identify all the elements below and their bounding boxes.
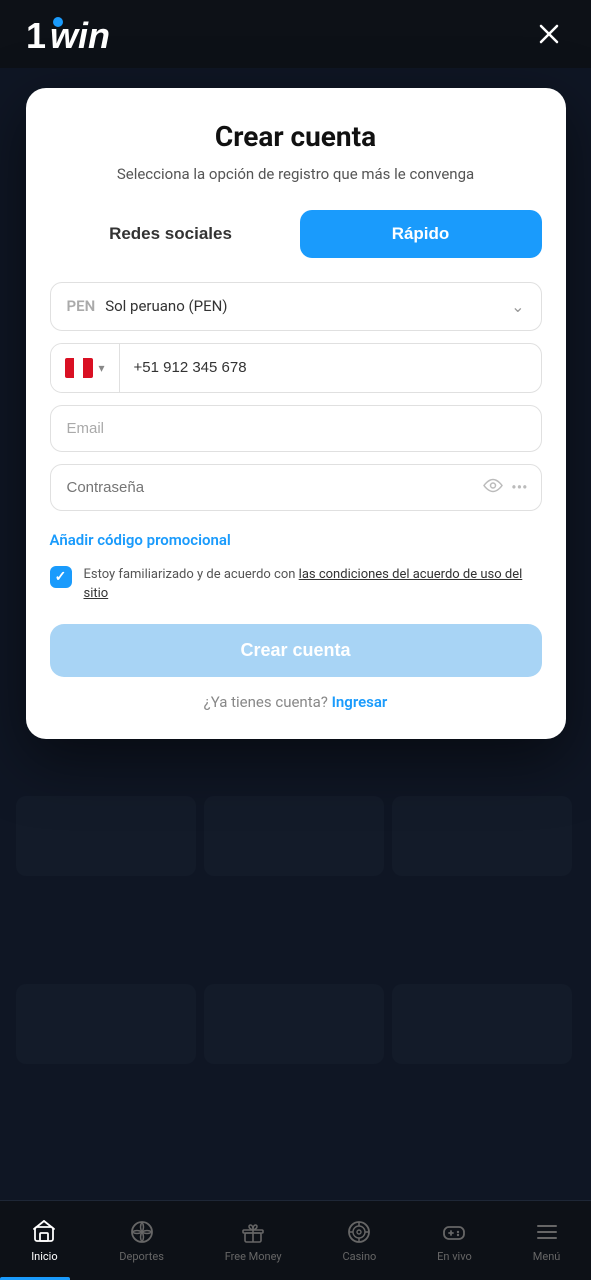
country-chevron-icon: ▾ <box>99 361 105 375</box>
registration-tabs: Redes sociales Rápido <box>50 210 542 258</box>
casino-icon <box>345 1218 373 1246</box>
login-row: ¿Ya tienes cuenta? Ingresar <box>50 693 542 711</box>
promo-code-link[interactable]: Añadir código promocional <box>50 531 231 549</box>
phone-field-row: ▾ <box>50 343 542 393</box>
email-input[interactable] <box>50 405 542 452</box>
chevron-down-icon: ⌄ <box>511 297 524 316</box>
nav-item-deportes[interactable]: Deportes <box>107 1210 176 1271</box>
logo-svg: 1 win <box>24 14 114 54</box>
modal-subtitle: Selecciona la opción de registro que más… <box>50 163 542 186</box>
more-options-icon[interactable]: ••• <box>511 478 527 497</box>
gamepad-icon <box>440 1218 468 1246</box>
flag-mid <box>74 358 83 378</box>
registration-modal: Crear cuenta Selecciona la opción de reg… <box>26 88 566 739</box>
currency-selector[interactable]: PEN Sol peruano (PEN) ⌄ <box>50 282 542 331</box>
nav-label-inicio: Inicio <box>31 1250 57 1263</box>
tab-social[interactable]: Redes sociales <box>50 210 292 258</box>
password-input[interactable] <box>50 464 542 511</box>
nav-item-inicio[interactable]: Inicio <box>18 1210 70 1271</box>
bottom-navigation: Inicio Deportes Free Money <box>0 1200 591 1280</box>
currency-field-row: PEN Sol peruano (PEN) ⌄ <box>50 282 542 331</box>
nav-label-deportes: Deportes <box>119 1250 164 1263</box>
nav-label-menu: Menú <box>533 1250 561 1263</box>
terms-checkbox[interactable]: ✓ <box>50 566 72 588</box>
menu-icon <box>533 1218 561 1246</box>
nav-label-casino: Casino <box>342 1250 376 1263</box>
sports-icon <box>128 1218 156 1246</box>
svg-text:win: win <box>50 15 110 54</box>
modal-overlay: Crear cuenta Selecciona la opción de reg… <box>0 68 591 1200</box>
login-link[interactable]: Ingresar <box>332 693 388 711</box>
phone-input[interactable] <box>120 344 541 392</box>
country-selector[interactable]: ▾ <box>51 344 120 392</box>
nav-label-en-vivo: En vivo <box>437 1250 472 1263</box>
terms-text: Estoy familiarizado y de acuerdo con las… <box>84 565 542 604</box>
peru-flag <box>65 358 93 378</box>
flag-right <box>83 358 92 378</box>
svg-text:1: 1 <box>26 15 46 54</box>
create-account-button[interactable]: Crear cuenta <box>50 624 542 677</box>
flag-left <box>65 358 74 378</box>
close-button[interactable] <box>531 16 567 52</box>
gift-icon <box>239 1218 267 1246</box>
currency-code: PEN <box>67 297 96 315</box>
email-field-row <box>50 405 542 452</box>
modal-title: Crear cuenta <box>50 120 542 153</box>
currency-name: Sol peruano (PEN) <box>105 297 511 315</box>
terms-checkbox-row: ✓ Estoy familiarizado y de acuerdo con l… <box>50 565 542 604</box>
logo: 1 win <box>24 14 114 54</box>
eye-icon[interactable] <box>483 478 503 497</box>
phone-row: ▾ <box>50 343 542 393</box>
home-icon <box>30 1218 58 1246</box>
header: 1 win <box>0 0 591 68</box>
login-prompt: ¿Ya tienes cuenta? <box>204 693 328 711</box>
password-icons: ••• <box>483 478 527 497</box>
nav-item-menu[interactable]: Menú <box>521 1210 573 1271</box>
nav-label-free-money: Free Money <box>225 1250 282 1263</box>
nav-item-en-vivo[interactable]: En vivo <box>425 1210 484 1271</box>
close-icon <box>537 22 561 46</box>
password-field-row: ••• <box>50 464 542 511</box>
tab-rapid[interactable]: Rápido <box>300 210 542 258</box>
nav-item-free-money[interactable]: Free Money <box>213 1210 294 1271</box>
checkmark-icon: ✓ <box>55 569 67 585</box>
nav-item-casino[interactable]: Casino <box>330 1210 388 1271</box>
terms-prefix: Estoy familiarizado y de acuerdo con <box>84 567 299 582</box>
